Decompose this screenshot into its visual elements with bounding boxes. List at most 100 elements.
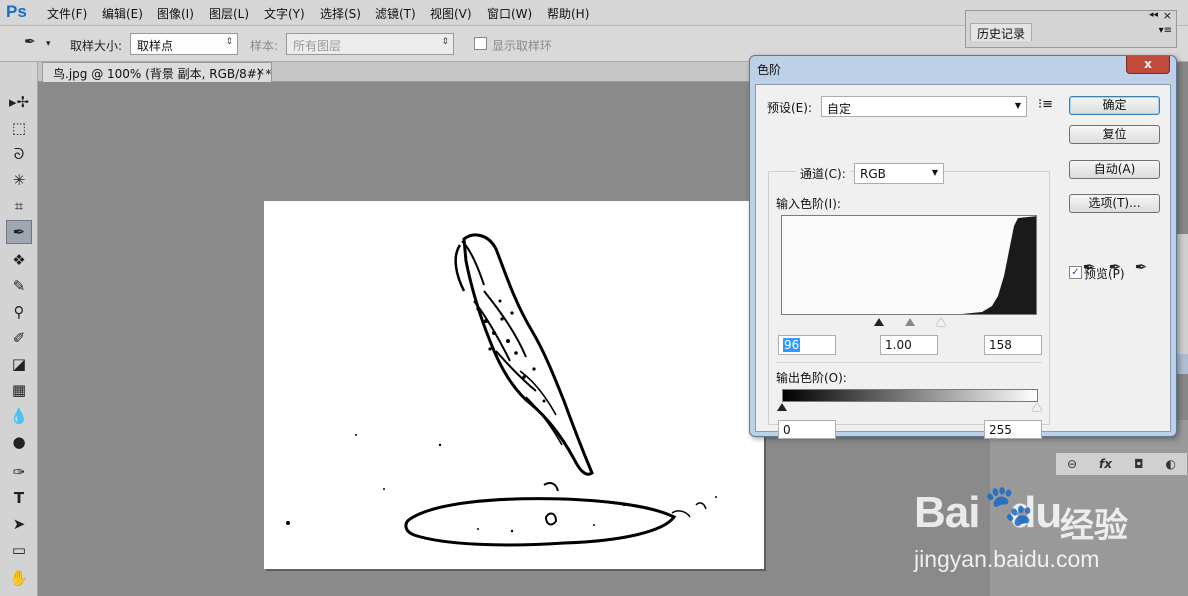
output-white-slider[interactable] <box>1032 403 1042 411</box>
history-brush-tool-icon[interactable]: ✐ <box>6 326 32 350</box>
divider <box>776 362 1042 363</box>
adjustment-icon[interactable]: ◐ <box>1165 457 1175 471</box>
baidu-logo-text: Bai <box>914 488 980 537</box>
show-sampling-ring-checkbox[interactable] <box>474 37 487 50</box>
paw-icon: 🐾 <box>984 483 1034 529</box>
tool-preset-chevron-down-icon[interactable]: ▾ <box>46 39 51 49</box>
crop-tool-icon[interactable]: ⌗ <box>6 194 32 218</box>
histogram <box>781 215 1037 315</box>
menu-type[interactable]: 文字(Y) <box>264 5 305 22</box>
menu-layer[interactable]: 图层(L) <box>209 5 249 22</box>
marquee-tool-icon[interactable]: ⬚ <box>6 116 32 140</box>
brush-tool-icon[interactable]: ✎ <box>6 274 32 298</box>
preview-label: 预览(P) <box>1084 267 1125 281</box>
move-tool-icon[interactable]: ▸✢ <box>6 90 32 114</box>
close-icon[interactable]: × <box>1163 9 1172 22</box>
baidu-jingyan-watermark: Bai du 🐾 经验 jingyan.baidu.com <box>910 483 1180 588</box>
layers-panel-footer: ⊖ fx ◘ ◐ <box>1055 452 1188 476</box>
magic-wand-tool-icon[interactable]: ✳ <box>6 168 32 192</box>
select-arrows-icon: ⇕ <box>441 37 449 47</box>
preset-label: 预设(E): <box>767 101 812 115</box>
menu-window[interactable]: 窗口(W) <box>487 5 532 22</box>
watermark-title: 经验 <box>1060 506 1128 546</box>
eyedropper-tool-icon[interactable]: ✒ <box>24 34 36 50</box>
menu-edit[interactable]: 编辑(E) <box>102 5 143 22</box>
input-black-field[interactable]: 96 <box>778 335 836 355</box>
close-icon[interactable]: × <box>256 65 265 78</box>
reset-button[interactable]: 复位 <box>1069 125 1160 144</box>
output-levels-label: 输出色阶(O): <box>776 371 847 385</box>
output-gradient-bar <box>782 389 1038 402</box>
menu-image[interactable]: 图像(I) <box>157 5 194 22</box>
history-panel-tab[interactable]: 历史记录 <box>970 23 1033 41</box>
type-tool-icon[interactable]: T <box>6 486 32 510</box>
document-tab[interactable]: 鸟.jpg @ 100% (背景 副本, RGB/8#) * × <box>42 62 272 82</box>
channel-select[interactable]: RGB ▼ <box>854 163 944 184</box>
sample-size-value: 取样点 <box>137 39 174 53</box>
menu-select[interactable]: 选择(S) <box>320 5 361 22</box>
input-levels-label: 输入色阶(I): <box>776 197 841 211</box>
selected-layer-highlight <box>1177 354 1188 374</box>
sample-size-label: 取样大小: <box>70 39 123 53</box>
channel-value: RGB <box>860 167 886 181</box>
histogram-graph <box>962 216 1036 314</box>
panel-menu-icon[interactable]: ▾≡ <box>1159 25 1172 36</box>
chevron-down-icon: ▼ <box>1014 101 1021 110</box>
preset-options-icon[interactable]: ⁝≡ <box>1038 97 1053 112</box>
select-arrows-icon: ⇕ <box>225 37 233 47</box>
input-white-field[interactable]: 158 <box>984 335 1042 355</box>
menu-help[interactable]: 帮助(H) <box>547 5 589 22</box>
document-tab-title: 鸟.jpg @ 100% (背景 副本, RGB/8#) * <box>53 67 272 81</box>
close-button[interactable]: x <box>1126 56 1170 74</box>
watermark-url: jingyan.baidu.com <box>914 546 1100 572</box>
menu-filter[interactable]: 滤镜(T) <box>375 5 416 22</box>
eyedropper-tool-icon[interactable]: ✒ <box>6 220 32 244</box>
link-icon[interactable]: ⊖ <box>1067 457 1077 471</box>
options-button[interactable]: 选项(T)... <box>1069 194 1160 213</box>
dodge-tool-icon[interactable]: ● <box>6 430 32 454</box>
input-black-value: 96 <box>783 338 801 352</box>
lasso-tool-icon[interactable]: ᘐ <box>6 142 32 166</box>
white-point-eyedropper-icon[interactable]: ✒ <box>1132 258 1150 276</box>
ok-button[interactable]: 确定 <box>1069 96 1160 115</box>
bird-sketch-image <box>286 233 717 547</box>
channel-label: 通道(C): <box>796 165 850 182</box>
blur-tool-icon[interactable]: 💧 <box>6 404 32 428</box>
sample-select[interactable]: 所有图层 ⇕ <box>286 33 454 55</box>
menu-view[interactable]: 视图(V) <box>430 5 472 22</box>
output-black-field[interactable]: 0 <box>778 420 836 439</box>
input-white-slider[interactable] <box>936 318 946 326</box>
dialog-body: 预设(E): 自定 ▼ ⁝≡ 确定 复位 自动(A) 选项(T)... ✒ ✒ … <box>755 84 1171 439</box>
hand-tool-icon[interactable]: ✋ <box>6 566 32 590</box>
shape-tool-icon[interactable]: ▭ <box>6 538 32 562</box>
sample-value: 所有图层 <box>293 39 342 53</box>
path-selection-tool-icon[interactable]: ➤ <box>6 512 32 536</box>
auto-button[interactable]: 自动(A) <box>1069 160 1160 179</box>
photoshop-logo: Ps <box>6 2 27 21</box>
menu-file[interactable]: 文件(F) <box>47 5 87 22</box>
output-black-slider[interactable] <box>777 403 787 411</box>
chevron-down-icon: ▼ <box>931 168 938 177</box>
mask-icon[interactable]: ◘ <box>1134 457 1144 471</box>
pen-tool-icon[interactable]: ✑ <box>6 460 32 484</box>
eraser-tool-icon[interactable]: ◪ <box>6 352 32 376</box>
collapse-panel-icon[interactable]: ◂◂ <box>1149 10 1158 20</box>
history-panel: ◂◂ × 历史记录 ▾≡ <box>965 9 1177 48</box>
input-gamma-slider[interactable] <box>905 318 915 326</box>
layers-panel-edge <box>1176 234 1188 374</box>
preview-checkbox[interactable]: ✓ <box>1069 266 1082 279</box>
document-tab-bar: 鸟.jpg @ 100% (背景 副本, RGB/8#) * × <box>38 62 750 82</box>
levels-dialog: 色阶 x 预设(E): 自定 ▼ ⁝≡ 确定 复位 自动(A) 选项(T)...… <box>749 55 1177 439</box>
fx-icon[interactable]: fx <box>1099 457 1112 471</box>
gradient-tool-icon[interactable]: ▦ <box>6 378 32 402</box>
output-white-field[interactable]: 255 <box>984 420 1042 439</box>
image-canvas[interactable] <box>264 201 764 569</box>
show-sampling-ring-label: 显示取样环 <box>492 39 553 53</box>
preset-select[interactable]: 自定 ▼ <box>821 96 1027 117</box>
input-gamma-field[interactable]: 1.00 <box>880 335 938 355</box>
input-black-slider[interactable] <box>874 318 884 326</box>
sample-size-select[interactable]: 取样点 ⇕ <box>130 33 238 55</box>
stamp-tool-icon[interactable]: ⚲ <box>6 300 32 324</box>
tools-panel: ▸✢ ⬚ ᘐ ✳ ⌗ ✒ ❖ ✎ ⚲ ✐ ◪ ▦ 💧 ● ✑ T ➤ ▭ ✋ <box>0 62 38 596</box>
healing-brush-tool-icon[interactable]: ❖ <box>6 248 32 272</box>
